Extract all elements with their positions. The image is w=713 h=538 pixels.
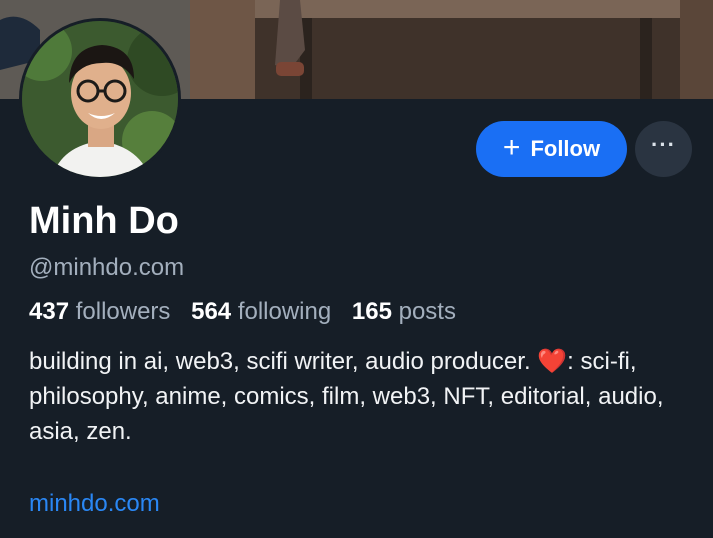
followers-stat[interactable]: 437 followers (29, 298, 170, 325)
profile-bio: building in ai, web3, scifi writer, audi… (29, 344, 689, 449)
profile-stats: 437 followers 564 following 165 posts (29, 296, 456, 328)
follow-button[interactable]: + Follow (476, 121, 627, 177)
follow-label: Follow (530, 136, 601, 161)
website-link[interactable]: minhdo.com (29, 488, 160, 520)
plus-icon: + (502, 130, 521, 164)
avatar-photo (22, 21, 178, 177)
followers-count: 437 (29, 298, 70, 325)
posts-count: 165 (351, 298, 392, 325)
posts-label: posts (398, 298, 456, 325)
profile-handle: @minhdo.com (29, 254, 185, 281)
more-options-button[interactable]: ··· (635, 121, 692, 177)
following-count: 564 (191, 298, 232, 325)
bio-text-start: building in ai, web3, scifi writer, audi… (29, 348, 538, 375)
following-stat[interactable]: 564 following (191, 298, 331, 325)
followers-label: followers (75, 298, 171, 325)
heart-icon: ❤️ (537, 348, 568, 375)
following-label: following (237, 298, 332, 325)
display-name: Minh Do (29, 200, 179, 242)
avatar[interactable] (19, 18, 181, 180)
posts-stat: 165 posts (352, 298, 456, 325)
more-options-icon: ··· (651, 132, 676, 157)
